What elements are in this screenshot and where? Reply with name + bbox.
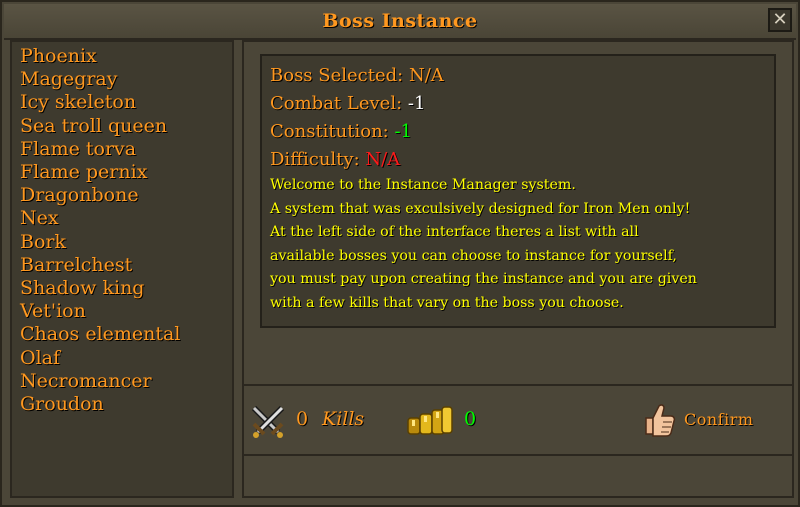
divider	[244, 454, 792, 456]
combat-level-value: -1	[407, 93, 426, 114]
description-line: available bosses you can choose to insta…	[270, 247, 677, 264]
confirm-label: Confirm	[684, 410, 754, 429]
boss-list-item[interactable]: Bork	[20, 231, 232, 254]
kills-count: 0	[296, 408, 309, 430]
coins-count: 0	[464, 408, 477, 430]
description-line: with a few kills that vary on the boss y…	[270, 294, 624, 311]
boss-list-item[interactable]: Chaos elemental	[20, 323, 232, 346]
boss-instance-window: Boss Instance ✕ Phoenix Magegray Icy ske…	[0, 0, 800, 507]
boss-list-item[interactable]: Sea troll queen	[20, 115, 232, 138]
instance-footer-bar: 0 Kills 0 Confirm	[244, 386, 792, 454]
boss-list-item[interactable]: Magegray	[20, 68, 232, 91]
description-line: A system that was exculsively designed f…	[270, 200, 691, 217]
constitution-value: -1	[394, 121, 413, 142]
boss-list-item[interactable]: Olaf	[20, 347, 232, 370]
title-bar: Boss Instance ✕	[4, 4, 796, 40]
crossed-swords-icon	[251, 405, 285, 438]
boss-list-item[interactable]: Barrelchest	[20, 254, 232, 277]
boss-selected-value: N/A	[408, 65, 444, 86]
boss-list-item[interactable]: Nex	[20, 207, 232, 230]
boss-selected-label: Boss Selected:	[270, 65, 409, 86]
boss-list-item[interactable]: Dragonbone	[20, 184, 232, 207]
thumbs-up-icon	[645, 404, 676, 437]
description-line: Welcome to the Instance Manager system.	[270, 177, 576, 193]
boss-selected-row: Boss Selected: N/A	[270, 62, 766, 90]
boss-list-item[interactable]: Necromancer	[20, 370, 232, 393]
constitution-row: Constitution: -1	[270, 118, 766, 146]
kills-label: Kills	[322, 408, 365, 430]
boss-list-item[interactable]: Shadow king	[20, 277, 232, 300]
difficulty-label: Difficulty:	[270, 149, 366, 170]
boss-list: Phoenix Magegray Icy skeleton Sea troll …	[12, 42, 232, 416]
difficulty-row: Difficulty: N/A	[270, 146, 766, 174]
combat-level-label: Combat Level:	[270, 93, 408, 114]
confirm-button[interactable]: Confirm	[642, 398, 762, 442]
boss-list-item[interactable]: Flame pernix	[20, 161, 232, 184]
boss-list-item[interactable]: Vet'ion	[20, 300, 232, 323]
boss-list-item[interactable]: Flame torva	[20, 138, 232, 161]
boss-list-item[interactable]: Groudon	[20, 393, 232, 416]
boss-list-item[interactable]: Icy skeleton	[20, 91, 232, 114]
combat-level-row: Combat Level: -1	[270, 90, 766, 118]
constitution-label: Constitution:	[270, 121, 395, 142]
coins-icon	[407, 406, 453, 435]
difficulty-value: N/A	[365, 149, 401, 170]
instance-description: Welcome to the Instance Manager system. …	[270, 174, 766, 315]
boss-info-box: Boss Selected: N/A Combat Level: -1 Cons…	[260, 54, 776, 328]
description-line: you must pay upon creating the instance …	[270, 271, 697, 287]
window-title: Boss Instance	[322, 10, 478, 32]
close-button[interactable]: ✕	[768, 8, 792, 32]
boss-list-item[interactable]: Phoenix	[20, 45, 232, 68]
boss-list-panel: Phoenix Magegray Icy skeleton Sea troll …	[10, 40, 234, 498]
description-line: At the left side of the interface theres…	[270, 224, 639, 240]
